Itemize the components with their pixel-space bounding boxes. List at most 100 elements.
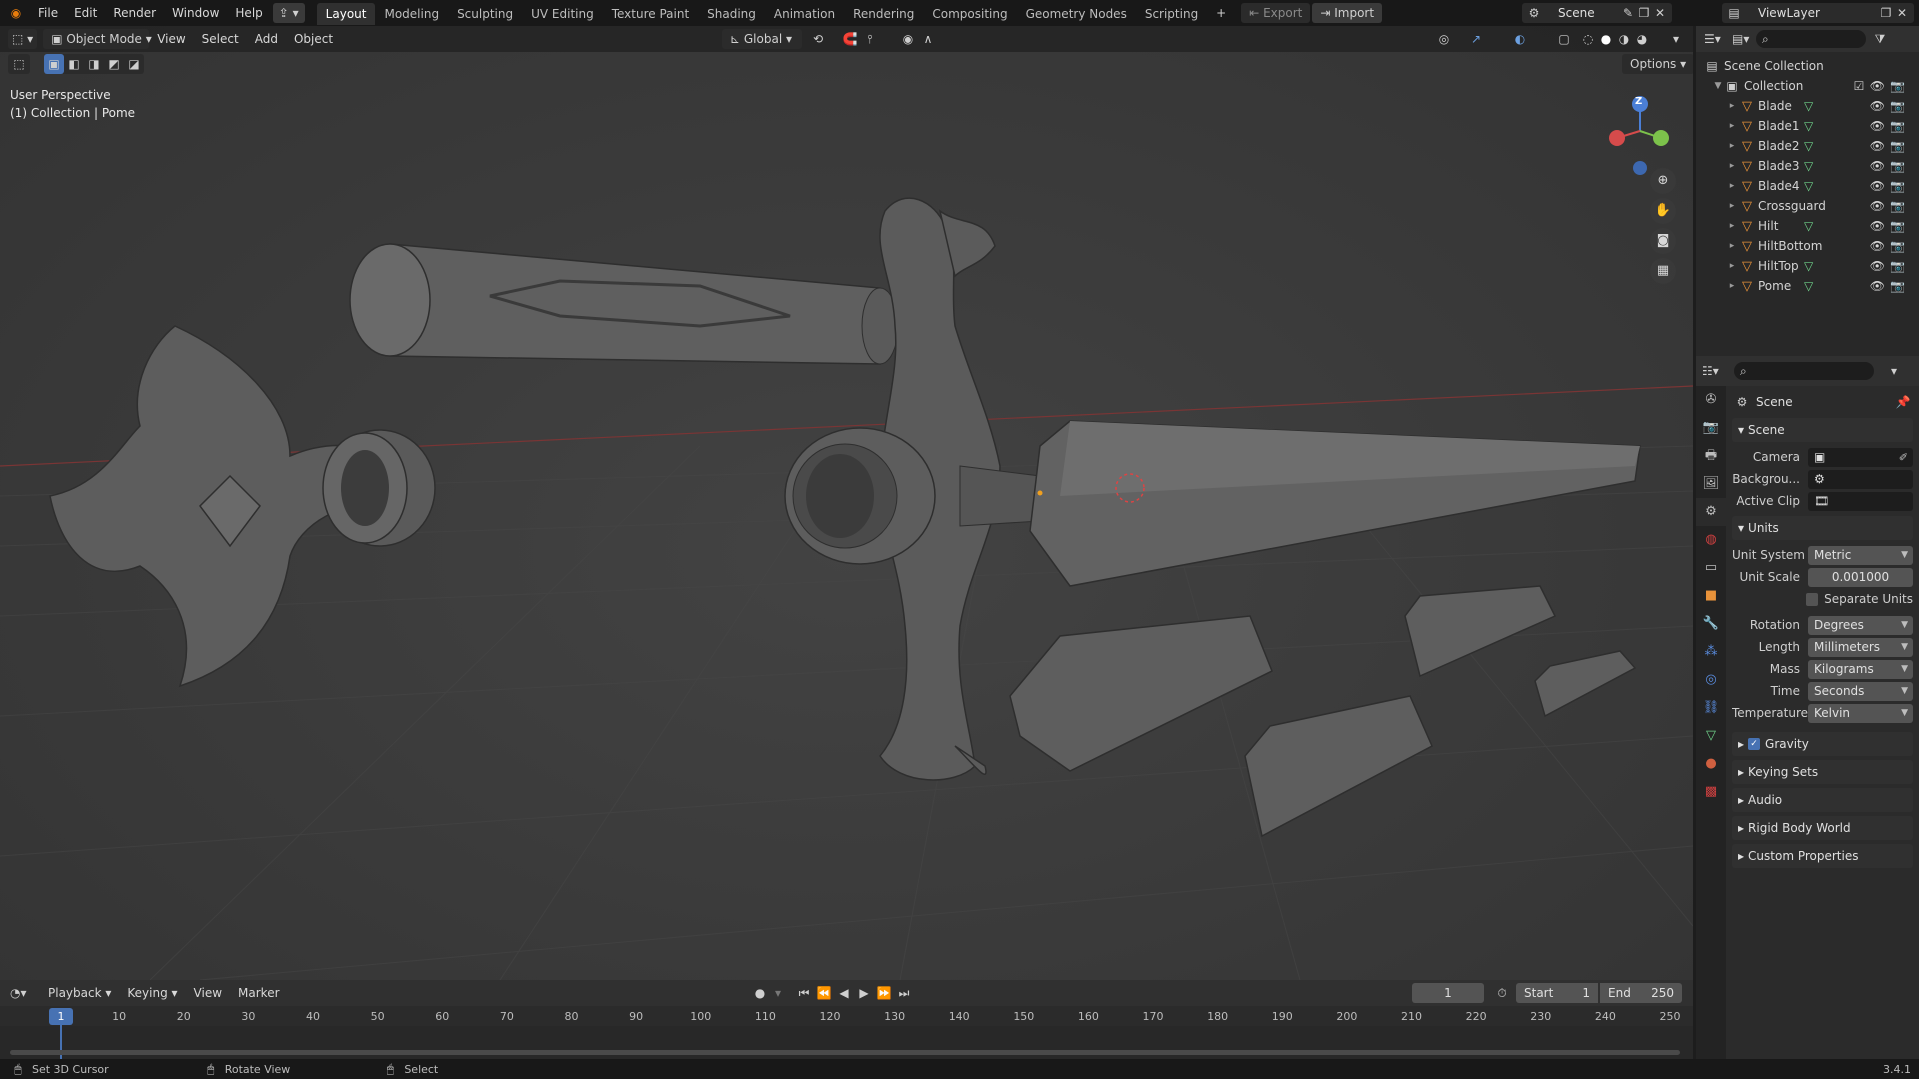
viewport-menu-view[interactable]: View [149, 26, 193, 52]
expand-object-icon[interactable]: ▸ [1726, 141, 1738, 151]
viewlayer-selector[interactable]: ▤ ViewLayer ❐ ✕ [1722, 3, 1914, 23]
object-eye-icon[interactable]: 👁 [1870, 239, 1885, 253]
tool-tab-icon[interactable]: ✇ [1696, 386, 1726, 414]
outliner-item-blade1[interactable]: ▸ ▽ Blade1 ▽ 👁 📷 [1696, 116, 1919, 136]
select-subtract-icon[interactable]: ◨ [84, 54, 104, 74]
expand-object-icon[interactable]: ▸ [1726, 201, 1738, 211]
output-tab-icon[interactable]: 🖶 [1696, 442, 1726, 470]
snap-icon[interactable]: 🧲 [842, 31, 858, 47]
rotation-dropdown[interactable]: Degrees ▼ [1808, 615, 1913, 635]
object-render-icon[interactable]: 📷 [1890, 99, 1905, 113]
length-dropdown[interactable]: Millimeters ▼ [1808, 637, 1913, 657]
eyedropper-icon[interactable]: ✐ [1899, 448, 1908, 467]
time-dropdown[interactable]: Seconds ▼ [1808, 681, 1913, 701]
jump-end-icon[interactable]: ⏭ [896, 985, 912, 1001]
select-invert-icon[interactable]: ◩ [104, 54, 124, 74]
timeline-scrollbar[interactable] [10, 1050, 1680, 1055]
prev-keyframe-icon[interactable]: ⏪ [816, 985, 832, 1001]
texture-tab-icon[interactable]: ▩ [1696, 778, 1726, 806]
mesh-data-icon[interactable]: ▽ [1804, 99, 1813, 113]
select-intersect-icon[interactable]: ◪ [124, 54, 144, 74]
tab-texture-paint[interactable]: Texture Paint [603, 3, 698, 25]
outliner-item-pome[interactable]: ▸ ▽ Pome ▽ 👁 📷 [1696, 276, 1919, 296]
proportional-editing-icon[interactable]: ◉ [900, 31, 916, 47]
custom-properties-section-header[interactable]: ▸ Custom Properties [1732, 844, 1913, 868]
tab-modeling[interactable]: Modeling [375, 3, 448, 25]
collection-eye-icon[interactable]: 👁 [1870, 79, 1885, 93]
menu-file[interactable]: File [30, 0, 66, 26]
transform-orientation-selector[interactable]: ⊾ Global ▾ [722, 29, 802, 49]
render-tab-icon[interactable]: 📷 [1696, 414, 1726, 442]
keying-options-icon[interactable]: ▾ [770, 985, 786, 1001]
mesh-data-icon[interactable]: ▽ [1804, 179, 1813, 193]
mesh-data-icon[interactable]: ▽ [1804, 279, 1813, 293]
outliner-scene-collection[interactable]: ▤ Scene Collection [1696, 56, 1919, 76]
mesh-data-icon[interactable]: ▽ [1804, 119, 1813, 133]
options-button[interactable]: Options ▾ [1622, 54, 1693, 74]
current-frame-field[interactable]: 1 [1412, 983, 1484, 1003]
menu-render[interactable]: Render [105, 0, 164, 26]
constraints-tab-icon[interactable]: ⛓ [1696, 694, 1726, 722]
snap-target-icon[interactable]: ⫯ [862, 31, 878, 47]
shading-options-icon[interactable]: ▾ [1668, 31, 1684, 47]
mesh-data-icon[interactable]: ▽ [1804, 159, 1813, 173]
mass-dropdown[interactable]: Kilograms ▼ [1808, 659, 1913, 679]
rigid-body-world-section-header[interactable]: ▸ Rigid Body World [1732, 816, 1913, 840]
mesh-data-icon[interactable]: ▽ [1804, 219, 1813, 233]
object-render-icon[interactable]: 📷 [1890, 259, 1905, 273]
jump-start-icon[interactable]: ⏮ [796, 985, 812, 1001]
visibility-icon[interactable]: ◎ [1436, 31, 1452, 47]
delete-viewlayer-icon[interactable]: ✕ [1894, 5, 1910, 21]
timeline-editor-type-icon[interactable]: ◔▾ [10, 985, 27, 1001]
playhead[interactable]: 1 [49, 1008, 73, 1025]
collection-render-icon[interactable]: 📷 [1890, 79, 1905, 93]
timeline-menu-keying[interactable]: Keying ▾ [119, 980, 185, 1006]
active-clip-field[interactable]: 🎞 [1808, 491, 1913, 511]
play-reverse-icon[interactable]: ◀ [836, 985, 852, 1001]
select-extend-icon[interactable]: ◧ [64, 54, 84, 74]
tab-rendering[interactable]: Rendering [844, 3, 923, 25]
expand-object-icon[interactable]: ▸ [1726, 281, 1738, 291]
expand-collection-icon[interactable]: ▼ [1712, 81, 1724, 91]
display-mode-icon[interactable]: ▤▾ [1732, 31, 1749, 47]
scene-section-header[interactable]: ▾ Scene [1732, 418, 1913, 442]
shading-material-icon[interactable]: ◑ [1616, 31, 1632, 47]
select-new-icon[interactable]: ▣ [44, 54, 64, 74]
add-workspace-icon[interactable]: + [1213, 5, 1229, 21]
viewport-menu-select[interactable]: Select [194, 26, 247, 52]
quick-favorites-button[interactable]: ⇪ ▾ [272, 3, 305, 23]
play-icon[interactable]: ▶ [856, 985, 872, 1001]
tab-shading[interactable]: Shading [698, 3, 765, 25]
collection-tab-icon[interactable]: ▭ [1696, 554, 1726, 582]
expand-object-icon[interactable]: ▸ [1726, 261, 1738, 271]
outliner-collection[interactable]: ▼ ▣ Collection ☑ 👁 📷 [1696, 76, 1919, 96]
pivot-point-icon[interactable]: ⟲ [810, 31, 826, 47]
expand-object-icon[interactable]: ▸ [1726, 241, 1738, 251]
delete-scene-icon[interactable]: ✕ [1652, 5, 1668, 21]
gravity-section-header[interactable]: ▸ ✓ Gravity [1732, 732, 1913, 756]
tab-compositing[interactable]: Compositing [923, 3, 1016, 25]
view-layer-tab-icon[interactable]: 🖼 [1696, 470, 1726, 498]
keying-sets-section-header[interactable]: ▸ Keying Sets [1732, 760, 1913, 784]
timeline-area[interactable]: 10 20 30 40 50 60 70 80 90 100 110 120 130 140 150 160 1… [0, 1006, 1693, 1059]
properties-editor-type-icon[interactable]: ☷▾ [1702, 363, 1719, 379]
audio-section-header[interactable]: ▸ Audio [1732, 788, 1913, 812]
object-render-icon[interactable]: 📷 [1890, 219, 1905, 233]
object-render-icon[interactable]: 📷 [1890, 199, 1905, 213]
object-eye-icon[interactable]: 👁 [1870, 259, 1885, 273]
object-eye-icon[interactable]: 👁 [1870, 119, 1885, 133]
background-field[interactable]: ⚙ [1808, 469, 1913, 489]
3d-viewport[interactable]: ⬚ ▾ ▣ Object Mode ▾ View Select Add Obje… [0, 26, 1693, 980]
object-render-icon[interactable]: 📷 [1890, 239, 1905, 253]
object-eye-icon[interactable]: 👁 [1870, 219, 1885, 233]
import-button[interactable]: ⇥ Import [1312, 3, 1383, 23]
outliner-item-hiltbottom[interactable]: ▸ ▽ HiltBottom 👁 📷 [1696, 236, 1919, 256]
object-render-icon[interactable]: 📷 [1890, 139, 1905, 153]
temperature-dropdown[interactable]: Kelvin ▼ [1808, 703, 1913, 723]
object-eye-icon[interactable]: 👁 [1870, 159, 1885, 173]
properties-pin-icon[interactable]: 📌 [1895, 394, 1911, 410]
outliner-editor-type-icon[interactable]: ☰▾ [1704, 31, 1721, 47]
outliner-item-blade4[interactable]: ▸ ▽ Blade4 ▽ 👁 📷 [1696, 176, 1919, 196]
object-eye-icon[interactable]: 👁 [1870, 179, 1885, 193]
data-tab-icon[interactable]: ▽ [1696, 722, 1726, 750]
